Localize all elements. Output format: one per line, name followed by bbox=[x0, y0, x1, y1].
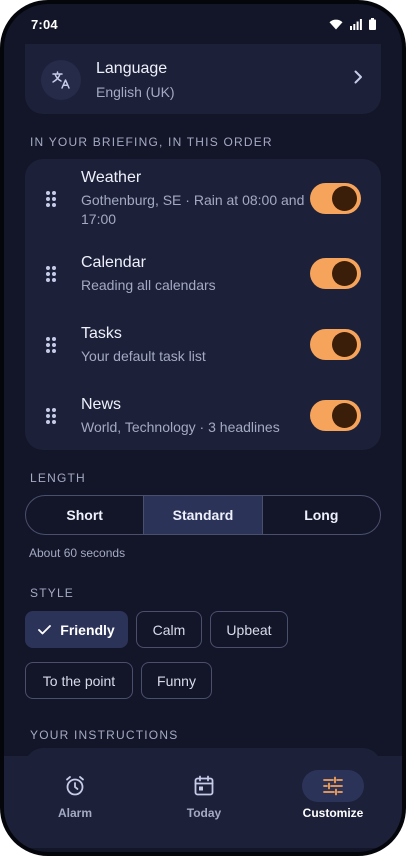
alarm-clock-icon bbox=[44, 770, 106, 802]
calendar-toggle[interactable] bbox=[310, 258, 361, 289]
length-selector: Short Standard Long bbox=[25, 495, 381, 535]
drag-handle-icon[interactable] bbox=[45, 265, 57, 283]
style-chip-calm[interactable]: Calm bbox=[136, 611, 202, 648]
drag-handle-icon[interactable] bbox=[45, 336, 57, 354]
signal-icon bbox=[350, 17, 362, 35]
language-title: Language bbox=[96, 60, 168, 77]
style-section-label: STYLE bbox=[30, 586, 75, 600]
status-icons bbox=[329, 17, 376, 35]
language-setting[interactable]: Language English (UK) bbox=[25, 44, 381, 114]
nav-label: Today bbox=[186, 806, 222, 820]
drag-handle-icon[interactable] bbox=[45, 190, 57, 208]
chip-label: Funny bbox=[157, 672, 196, 689]
wifi-icon bbox=[329, 17, 343, 35]
briefing-item-subtitle: Your default task list bbox=[81, 348, 206, 364]
style-chip-upbeat[interactable]: Upbeat bbox=[210, 611, 288, 648]
nav-label: Customize bbox=[302, 806, 364, 820]
briefing-item-title: Tasks bbox=[81, 325, 122, 342]
bottom-navigation: Alarm Today Customize bbox=[4, 756, 402, 848]
length-option-standard[interactable]: Standard bbox=[144, 496, 263, 534]
sliders-icon bbox=[302, 770, 364, 802]
toggle-knob bbox=[332, 261, 357, 286]
style-chip-funny[interactable]: Funny bbox=[141, 662, 212, 699]
tasks-toggle[interactable] bbox=[310, 329, 361, 360]
screen: 7:04 Language English (UK) IN YOUR BRIEF… bbox=[4, 4, 402, 852]
instructions-section-label: YOUR INSTRUCTIONS bbox=[30, 728, 179, 742]
length-option-short[interactable]: Short bbox=[26, 496, 145, 534]
briefing-item-subtitle: World, Technology · 3 headlines bbox=[81, 419, 280, 435]
check-icon bbox=[38, 622, 52, 638]
toggle-knob bbox=[332, 186, 357, 211]
nav-alarm[interactable]: Alarm bbox=[14, 756, 134, 848]
length-section-label: LENGTH bbox=[30, 471, 86, 485]
length-option-long[interactable]: Long bbox=[263, 496, 380, 534]
nav-today[interactable]: Today bbox=[143, 756, 263, 848]
toggle-knob bbox=[332, 403, 357, 428]
weather-toggle[interactable] bbox=[310, 183, 361, 214]
briefing-item-subtitle: Reading all calendars bbox=[81, 277, 216, 293]
battery-icon bbox=[369, 17, 376, 35]
nav-label: Alarm bbox=[57, 806, 92, 820]
briefing-item-title: Calendar bbox=[81, 254, 146, 271]
briefing-item-subtitle: Gothenburg, SE · Rain at 08:00 and 17:00 bbox=[81, 192, 305, 227]
toggle-knob bbox=[332, 332, 357, 357]
nav-customize[interactable]: Customize bbox=[272, 756, 392, 848]
calendar-icon bbox=[173, 770, 235, 802]
chip-label: Friendly bbox=[60, 621, 115, 638]
phone-frame: 7:04 Language English (UK) IN YOUR BRIEF… bbox=[0, 0, 406, 856]
briefing-item-title: Weather bbox=[81, 169, 142, 186]
status-bar: 7:04 bbox=[4, 4, 402, 44]
chip-label: To the point bbox=[42, 672, 116, 689]
status-time: 7:04 bbox=[31, 17, 58, 32]
translate-icon bbox=[41, 60, 81, 100]
length-helper-text: About 60 seconds bbox=[29, 546, 126, 560]
chip-label: Upbeat bbox=[226, 621, 272, 638]
drag-handle-icon[interactable] bbox=[45, 407, 57, 425]
style-chip-friendly[interactable]: Friendly bbox=[25, 611, 128, 648]
language-value: English (UK) bbox=[96, 84, 175, 100]
chip-label: Calm bbox=[152, 621, 186, 638]
style-chip-to-the-point[interactable]: To the point bbox=[25, 662, 133, 699]
chevron-right-icon bbox=[353, 70, 363, 89]
briefing-item-title: News bbox=[81, 396, 122, 413]
briefing-list: Weather Gothenburg, SE · Rain at 08:00 a… bbox=[25, 159, 381, 450]
news-toggle[interactable] bbox=[310, 400, 361, 431]
briefing-section-label: IN YOUR BRIEFING, IN THIS ORDER bbox=[30, 135, 273, 149]
